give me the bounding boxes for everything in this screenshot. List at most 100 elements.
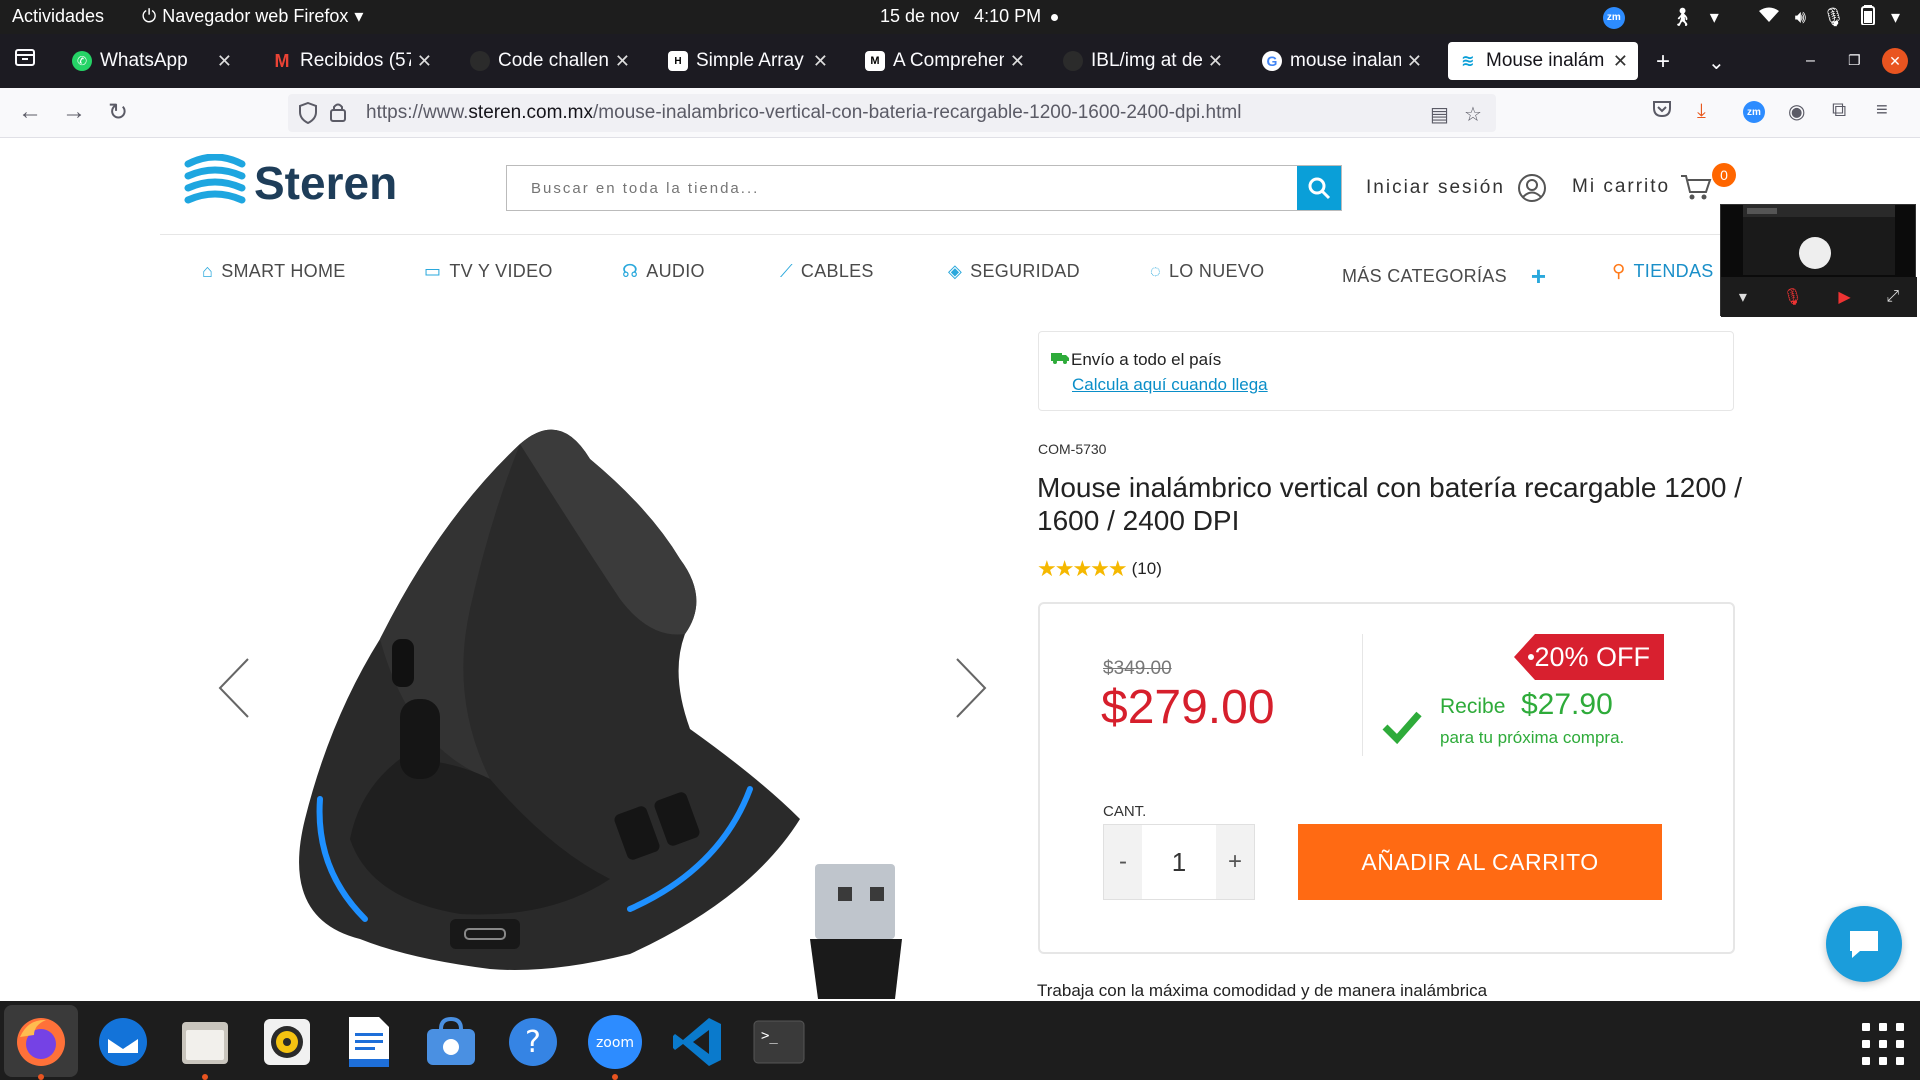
video-off-icon[interactable]: ▶︎ xyxy=(1838,287,1850,307)
tab-whatsapp[interactable]: ✆ WhatsApp ✕ xyxy=(62,42,242,80)
close-icon[interactable]: ✕ xyxy=(615,51,630,72)
thunderbird-icon[interactable] xyxy=(94,1013,152,1071)
tab-label: IBL/img at dev xyxy=(1091,50,1202,71)
account-icon[interactable]: ◉ xyxy=(1788,99,1805,124)
volume-icon[interactable]: 🔊︎ xyxy=(1795,7,1806,28)
rhythmbox-icon[interactable] xyxy=(258,1013,316,1071)
review-count: (10) xyxy=(1131,559,1162,578)
svg-text:>_: >_ xyxy=(761,1028,778,1044)
help-icon[interactable]: ? xyxy=(504,1013,562,1071)
cart-link[interactable]: Mi carrito 0 xyxy=(1572,163,1736,201)
category-tiendas[interactable]: ⚲ TIENDAS xyxy=(1612,261,1714,282)
tab-label: Simple Array S xyxy=(696,50,807,71)
product-image[interactable] xyxy=(290,399,930,999)
logo-text: Steren xyxy=(254,157,398,209)
steren-logo[interactable]: Steren xyxy=(184,154,397,212)
zoom-floating-video[interactable]: ▾ 🎙︎ ▶︎ ⤢ xyxy=(1720,204,1917,317)
close-icon[interactable]: ✕ xyxy=(1407,51,1422,72)
minimize-icon[interactable]: – xyxy=(1806,52,1815,70)
microphone-icon[interactable]: 🎙︎ xyxy=(1822,7,1845,28)
firefox-status-icon: ⏻ xyxy=(142,6,157,26)
writer-icon[interactable] xyxy=(340,1013,398,1071)
search-button[interactable] xyxy=(1297,166,1341,210)
gallery-prev-arrow[interactable] xyxy=(218,657,250,719)
show-apps-grid-icon[interactable] xyxy=(1862,1023,1904,1065)
date: 15 de nov xyxy=(880,6,960,26)
extensions-icon[interactable]: ⧉ xyxy=(1832,99,1846,122)
close-icon[interactable]: ✕ xyxy=(1613,51,1628,72)
lock-icon[interactable] xyxy=(330,102,346,128)
zoom-extension-icon[interactable]: zm xyxy=(1743,101,1765,123)
terminal-icon[interactable]: >_ xyxy=(750,1013,808,1071)
close-icon[interactable]: ✕ xyxy=(217,51,232,72)
back-icon[interactable]: ← xyxy=(18,98,42,126)
category-nav: ⌂ SMART HOME ▭ TV Y VIDEO ☊ AUDIO ⟋ CABLES ◈… xyxy=(0,261,1920,291)
product-description: Trabaja con la máxima comodidad y de man… xyxy=(1037,981,1488,1000)
files-icon[interactable] xyxy=(176,1013,234,1080)
login-link[interactable]: Iniciar sesión xyxy=(1366,173,1547,203)
downloads-icon[interactable]: ⤓ xyxy=(1697,100,1706,123)
reload-icon[interactable]: ↻ xyxy=(108,98,128,127)
category-cables[interactable]: ⟋ CABLES xyxy=(780,261,874,282)
quantity-increase-button[interactable]: + xyxy=(1216,825,1254,899)
product-rating[interactable]: ★★★★★ (10) xyxy=(1037,556,1162,582)
chevron-down-icon[interactable]: ▾ xyxy=(1739,287,1747,307)
menu-icon[interactable]: ≡ xyxy=(1876,99,1888,122)
category-lo-nuevo[interactable]: ◌ LO NUEVO xyxy=(1150,261,1264,282)
new-tab-icon[interactable]: + xyxy=(1656,48,1670,76)
header-divider xyxy=(160,234,1760,235)
tab-code-challenge[interactable]: Code challeng ✕ xyxy=(460,42,640,80)
tab-ibl-img[interactable]: IBL/img at dev ✕ xyxy=(1053,42,1233,80)
category-label: LO NUEVO xyxy=(1169,261,1265,281)
close-icon[interactable]: ✕ xyxy=(1010,51,1025,72)
quantity-input[interactable]: 1 xyxy=(1142,825,1216,899)
expand-icon[interactable]: ⤢ xyxy=(1886,288,1899,306)
category-smart-home[interactable]: ⌂ SMART HOME xyxy=(202,261,346,282)
wifi-icon[interactable] xyxy=(1758,7,1779,28)
activities-button[interactable]: Actividades xyxy=(12,6,104,27)
close-icon[interactable]: ✕ xyxy=(813,51,828,72)
category-seguridad[interactable]: ◈ SEGURIDAD xyxy=(948,261,1080,282)
chevron-down-icon[interactable]: ⌄ xyxy=(1708,50,1725,75)
tracking-protection-icon[interactable] xyxy=(298,101,318,130)
url-bar[interactable]: https://www.steren.com.mx/mouse-inalambr… xyxy=(288,94,1496,132)
close-icon[interactable]: ✕ xyxy=(1208,51,1223,72)
tab-steren-active[interactable]: ≋ Mouse inalám ✕ xyxy=(1448,42,1638,80)
close-icon[interactable]: ✕ xyxy=(417,51,432,72)
category-tv-video[interactable]: ▭ TV Y VIDEO xyxy=(424,261,553,282)
category-audio[interactable]: ☊ AUDIO xyxy=(622,261,705,282)
add-to-cart-button[interactable]: AÑADIR AL CARRITO xyxy=(1298,824,1662,900)
tab-comprehensive[interactable]: M A Comprehens ✕ xyxy=(855,42,1035,80)
gallery-next-arrow[interactable] xyxy=(955,657,987,719)
app-center-icon[interactable] xyxy=(422,1013,480,1071)
accessibility-icon[interactable]: 🚶︎ xyxy=(1671,7,1694,28)
system-tray[interactable]: zm 🚶︎ ▾ 🔊︎ 🎙︎ ▾ xyxy=(1602,5,1900,30)
shipping-calc-link[interactable]: Calcula aquí cuando llega xyxy=(1072,375,1268,395)
tab-google-search[interactable]: G mouse inalaml ✕ xyxy=(1252,42,1432,80)
reader-view-icon[interactable]: ▤ xyxy=(1430,102,1449,127)
vscode-icon[interactable] xyxy=(668,1013,726,1071)
pocket-icon[interactable] xyxy=(1652,100,1672,124)
category-mas-categorias[interactable]: MÁS CATEGORÍAS + xyxy=(1342,261,1546,292)
camera-icon: ◈ xyxy=(948,261,963,281)
mic-muted-icon[interactable]: 🎙︎ xyxy=(1782,287,1802,307)
battery-icon[interactable] xyxy=(1860,5,1875,30)
firefox-icon[interactable] xyxy=(12,1013,70,1080)
zoom-tray-icon[interactable]: zm xyxy=(1602,6,1625,29)
maximize-icon[interactable]: ❐ xyxy=(1848,52,1861,69)
bookmark-star-icon[interactable]: ☆ xyxy=(1464,102,1482,127)
zoom-icon[interactable]: zoom xyxy=(586,1013,644,1080)
cart-label: Mi carrito xyxy=(1572,176,1671,197)
quantity-decrease-button[interactable]: - xyxy=(1104,825,1142,899)
tab-list-icon[interactable] xyxy=(14,46,36,75)
app-menu[interactable]: ⏻ Navegador web Firefox ▾ xyxy=(142,6,363,27)
forward-icon[interactable]: → xyxy=(62,98,86,126)
clock[interactable]: 15 de nov 4:10 PM xyxy=(880,6,1059,27)
tab-label: Code challeng xyxy=(498,50,609,71)
tab-simple-array[interactable]: H Simple Array S ✕ xyxy=(658,42,838,80)
chat-button[interactable] xyxy=(1826,906,1902,982)
close-window-icon[interactable]: ✕ xyxy=(1882,48,1908,74)
search-input[interactable] xyxy=(507,166,1297,210)
tab-gmail[interactable]: M Recibidos (578 ✕ xyxy=(262,42,442,80)
url-prefix: https://www. xyxy=(366,102,469,123)
